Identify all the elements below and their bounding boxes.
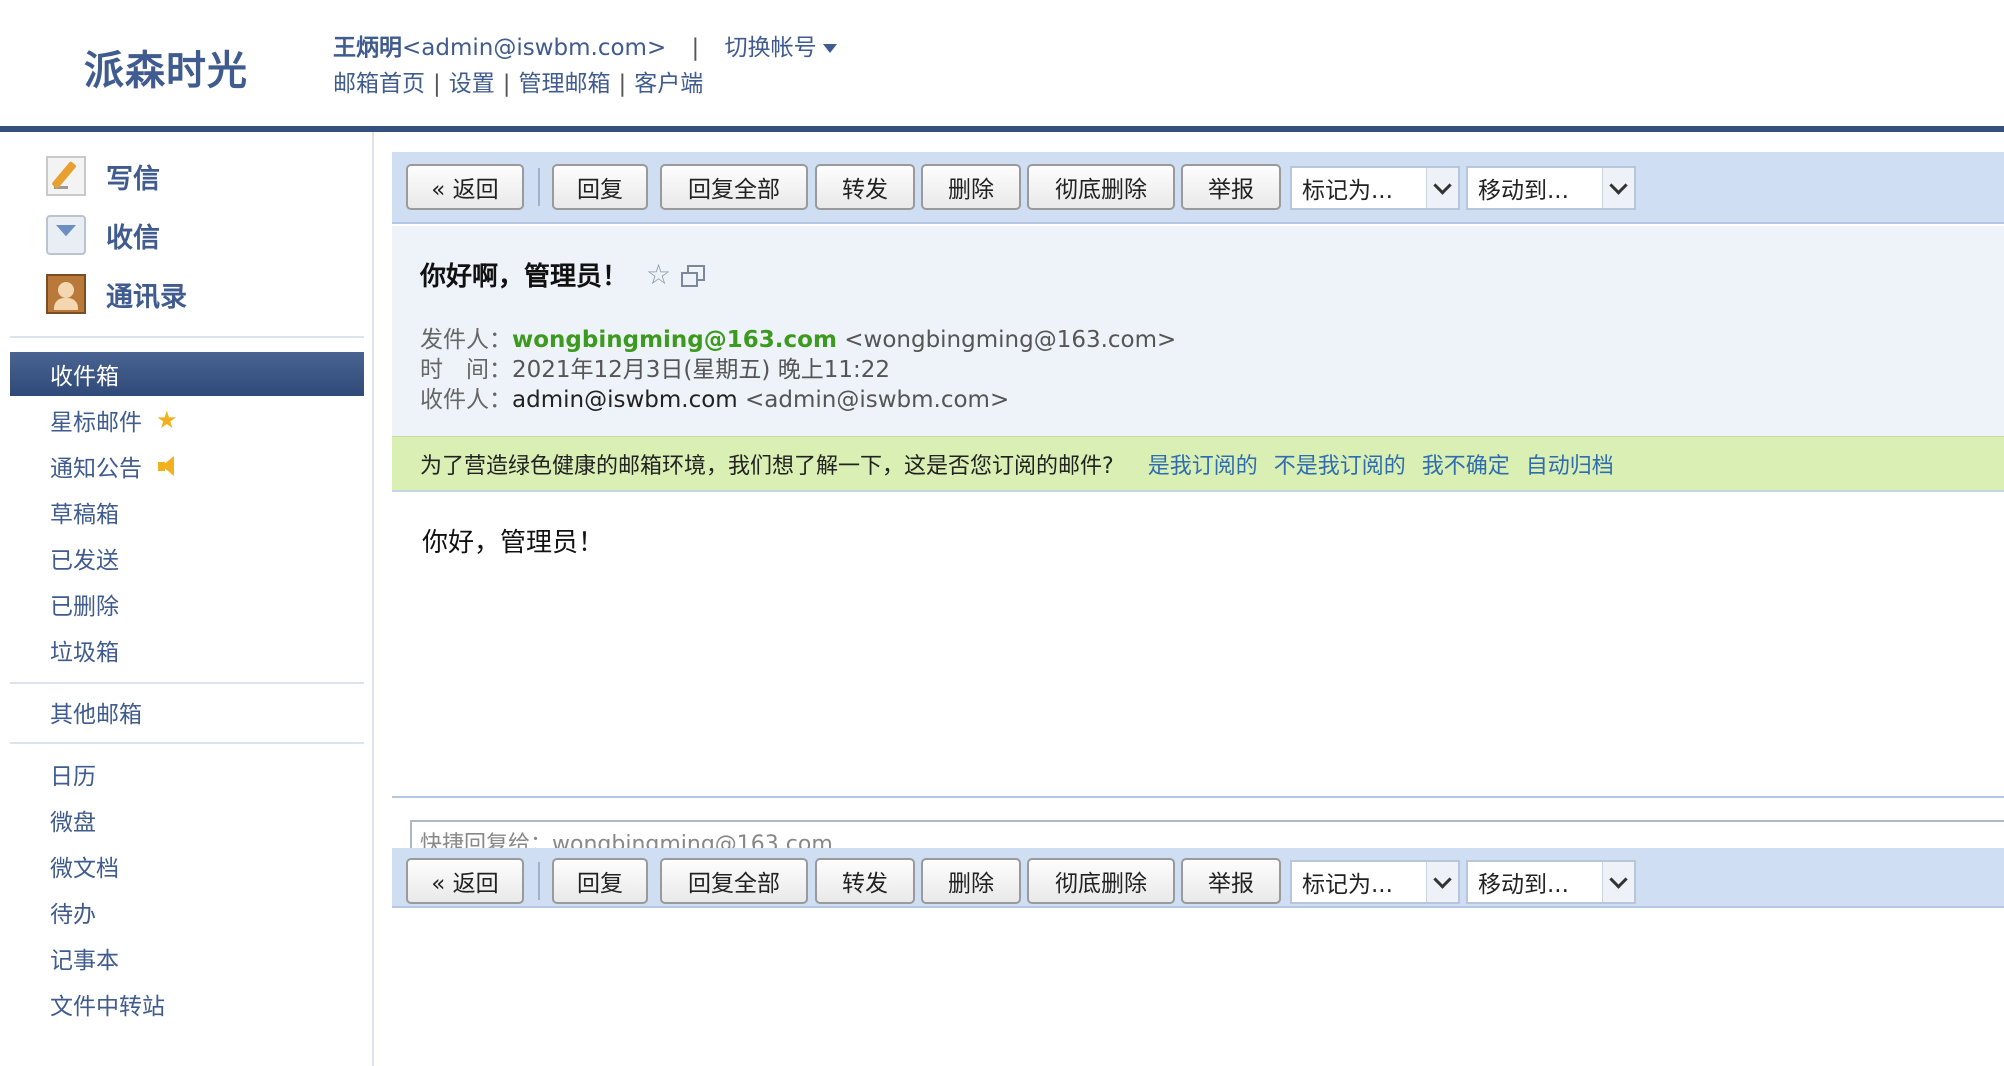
sidebar-item-label: 星标邮件 [50,410,142,436]
star-icon: ★ [156,406,178,434]
recipient-name[interactable]: admin@iswbm.com [512,387,738,413]
top-nav: 邮箱首页 | 设置 | 管理邮箱 | 客户端 [333,64,703,98]
sidebar-item-sent[interactable]: 已发送 [10,536,364,580]
contacts-button[interactable]: 通讯录 [46,272,187,316]
nav-mail-home[interactable]: 邮箱首页 [333,71,425,97]
report-button[interactable]: 举报 [1181,164,1281,210]
sidebar: 写信 收信 通讯录 收件箱 星标邮件 ★ 通知公告 草稿箱 已发送 已删除 垃圾箱… [0,132,374,1066]
sidebar-item-other-mailboxes[interactable]: 其他邮箱 [10,690,364,734]
recipient-address: <admin@iswbm.com> [745,387,1010,413]
reply-button[interactable]: 回复 [552,858,648,904]
mark-as-label: 标记为... [1302,872,1393,898]
reply-button[interactable]: 回复 [552,164,648,210]
compose-button[interactable]: 写信 [46,154,160,198]
move-to-select[interactable]: 移动到... [1466,166,1636,210]
sidebar-item-todo[interactable]: 待办 [10,890,364,934]
sidebar-item-drafts[interactable]: 草稿箱 [10,490,364,534]
sidebar-divider [10,742,364,744]
message-view: « 返回 回复 回复全部 转发 删除 彻底删除 举报 标记为... 移动到...… [392,152,2004,1066]
notice-option-not-subscribed[interactable]: 不是我订阅的 [1274,448,1406,480]
move-to-select[interactable]: 移动到... [1466,860,1636,904]
forward-button[interactable]: 转发 [815,858,915,904]
reply-all-button[interactable]: 回复全部 [660,858,808,904]
notice-question: 为了营造绿色健康的邮箱环境，我们想了解一下，这是否您订阅的邮件? [420,453,1114,479]
chevron-down-icon [1426,168,1458,208]
sidebar-item-file-transfer[interactable]: 文件中转站 [10,982,364,1026]
switch-account-label: 切换帐号 [724,35,817,61]
receive-button[interactable]: 收信 [46,213,160,257]
mark-as-select[interactable]: 标记为... [1290,166,1460,210]
message-header: 你好啊，管理员！ ☆ 发件人：wongbingming@163.com <won… [392,226,2004,436]
sidebar-item-notebook[interactable]: 记事本 [10,936,364,980]
nav-manage-mailbox[interactable]: 管理邮箱 [519,71,611,97]
reply-all-button[interactable]: 回复全部 [660,164,808,210]
sidebar-item-label: 通知公告 [50,456,142,482]
sidebar-item-announcements[interactable]: 通知公告 [10,444,364,488]
sidebar-item-spam[interactable]: 垃圾箱 [10,628,364,672]
time-row: 时 间：2021年12月3日(星期五) 晚上11:22 [420,350,890,384]
toolbar-separator [538,862,540,900]
nav-client[interactable]: 客户端 [634,71,703,97]
recipient-row: 收件人：admin@iswbm.com <admin@iswbm.com> [420,380,1009,414]
subscription-notice: 为了营造绿色健康的邮箱环境，我们想了解一下，这是否您订阅的邮件? 是我订阅的 不… [392,436,2004,492]
subject-text: 你好啊，管理员！ [420,262,629,292]
caret-down-icon [822,44,837,53]
account-separator: | [691,35,700,61]
sender-address: <wongbingming@163.com> [844,327,1177,353]
user-email: <admin@iswbm.com> [402,35,667,61]
delete-button[interactable]: 删除 [921,858,1021,904]
inbox-icon [46,215,86,255]
nav-settings[interactable]: 设置 [449,71,495,97]
sidebar-divider [10,682,364,684]
toolbar-top: « 返回 回复 回复全部 转发 删除 彻底删除 举报 标记为... 移动到... [392,152,2004,224]
notice-option-unsure[interactable]: 我不确定 [1422,448,1510,480]
switch-account-button[interactable]: 切换帐号 [725,35,837,61]
star-icon[interactable]: ☆ [646,258,671,291]
page-header: 派森时光 王炳明<admin@iswbm.com> | 切换帐号 邮箱首页 | 设置… [0,0,2004,128]
reply-divider [392,796,2004,798]
back-button[interactable]: « 返回 [406,164,524,210]
compose-icon [46,156,86,196]
account-bar: 王炳明<admin@iswbm.com> | 切换帐号 [333,28,837,62]
move-to-label: 移动到... [1478,872,1569,898]
back-button[interactable]: « 返回 [406,858,524,904]
sidebar-item-starred[interactable]: 星标邮件 ★ [10,398,364,442]
sender-row: 发件人：wongbingming@163.com <wongbingming@1… [420,320,1176,354]
delete-button[interactable]: 删除 [921,164,1021,210]
message-body: 你好，管理员！ [422,528,605,558]
mark-as-label: 标记为... [1302,178,1393,204]
nav-separator: | [433,71,441,97]
open-new-window-icon[interactable] [681,264,706,287]
delete-forever-button[interactable]: 彻底删除 [1027,164,1175,210]
compose-label: 写信 [106,163,160,195]
nav-separator: | [618,71,627,97]
message-subject: 你好啊，管理员！ ☆ [420,256,706,293]
speaker-icon [156,456,176,476]
toolbar-separator [538,168,540,206]
delete-forever-button[interactable]: 彻底删除 [1027,858,1175,904]
chevron-down-icon [1426,862,1458,902]
sidebar-item-inbox[interactable]: 收件箱 [10,352,364,396]
contacts-icon [46,274,86,314]
chevron-down-icon [1602,168,1634,208]
sidebar-item-drive[interactable]: 微盘 [10,798,364,842]
receive-label: 收信 [106,222,160,254]
user-name: 王炳明 [333,35,402,61]
logo: 派森时光 [84,48,248,94]
sidebar-item-calendar[interactable]: 日历 [10,752,364,796]
report-button[interactable]: 举报 [1181,858,1281,904]
sidebar-divider [10,336,364,338]
chevron-down-icon [1602,862,1634,902]
forward-button[interactable]: 转发 [815,164,915,210]
mark-as-select[interactable]: 标记为... [1290,860,1460,904]
contacts-label: 通讯录 [106,281,187,313]
sidebar-item-deleted[interactable]: 已删除 [10,582,364,626]
move-to-label: 移动到... [1478,178,1569,204]
notice-option-auto-archive[interactable]: 自动归档 [1526,448,1614,480]
notice-option-subscribed[interactable]: 是我订阅的 [1148,448,1258,480]
toolbar-bottom: « 返回 回复 回复全部 转发 删除 彻底删除 举报 标记为... 移动到... [392,848,2004,908]
nav-separator: | [502,71,511,97]
sidebar-item-docs[interactable]: 微文档 [10,844,364,888]
recipient-label: 收件人： [420,387,512,413]
